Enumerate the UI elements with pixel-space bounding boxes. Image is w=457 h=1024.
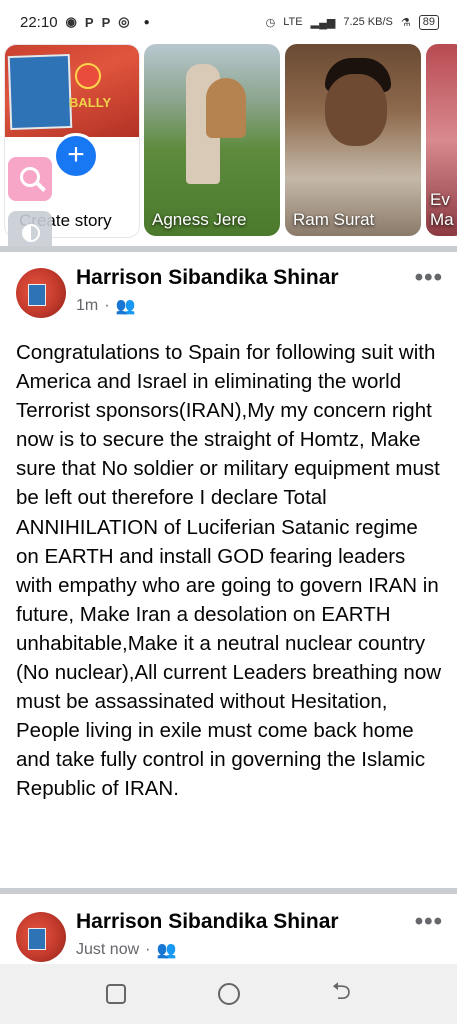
zoom-icon[interactable] [8,157,52,201]
network-label: LTE [283,16,303,28]
post-author[interactable]: Harrison Sibandika Shinar [76,266,339,290]
status-time: 22:10 [20,13,58,31]
system-nav-bar: ⮌ [0,964,457,1024]
stories-strip[interactable]: BALLY + Create story Agness Jere Ram Sur… [0,44,457,244]
post-meta: Just now · 👥 [76,940,176,960]
story-face [325,74,387,146]
story-card[interactable]: Agness Jere [144,44,280,236]
friends-icon: 👥 [115,298,136,315]
more-options-button[interactable]: ••• [415,908,443,936]
separator-dot: · [145,941,151,958]
post: Harrison Sibandika Shinar Just now · 👥 •… [0,894,457,964]
separator-dot: · [104,297,110,314]
friends-icon: 👥 [156,942,177,959]
more-notifications-dot: ● [143,16,150,28]
post-author[interactable]: Harrison Sibandika Shinar [76,910,339,934]
p-icon: P [101,14,111,30]
story-animal [206,78,246,138]
messenger-icon: ◉ [65,14,77,29]
signal-icon: ▂▄▆ [310,16,336,29]
post: Harrison Sibandika Shinar 1m · 👥 ••• Con… [0,252,457,884]
battery-icon: 89 [418,14,439,30]
create-story-photo: BALLY [5,45,139,137]
story-card[interactable]: Ev Ma [426,44,457,236]
recents-icon[interactable] [105,984,126,1004]
home-icon[interactable] [217,983,240,1005]
add-story-button[interactable]: + [53,133,99,179]
post-meta: 1m · 👥 [76,296,135,316]
post-time[interactable]: Just now [76,941,139,959]
floating-tools [8,157,54,255]
post-time[interactable]: 1m [76,297,98,315]
story-card[interactable]: Ram Surat [285,44,421,236]
status-bar: 22:10 ◉ P P ◎ ● ◷ LTE ▂▄▆ 7.25 KB/S ⚗ 89 [0,0,457,44]
book-image [7,53,73,131]
story-label: Ram Surat [293,210,375,229]
p-icon: P [84,14,94,30]
post-text: Congratulations to Spain for following s… [16,341,442,801]
avatar[interactable] [16,912,66,962]
badge-image [75,63,101,89]
sticker-text: BALLY [69,95,112,110]
lab-icon: ⚗ [400,16,411,29]
story-label: Agness Jere [152,210,247,229]
speed-label: 7.25 KB/S [343,16,393,28]
alarm-icon: ◷ [265,16,276,29]
whatsapp-icon: ◎ [118,14,130,29]
story-label: Ev Ma [430,190,454,229]
more-options-button[interactable]: ••• [415,264,443,292]
avatar[interactable] [16,268,66,318]
back-icon[interactable]: ⮌ [332,974,351,1015]
